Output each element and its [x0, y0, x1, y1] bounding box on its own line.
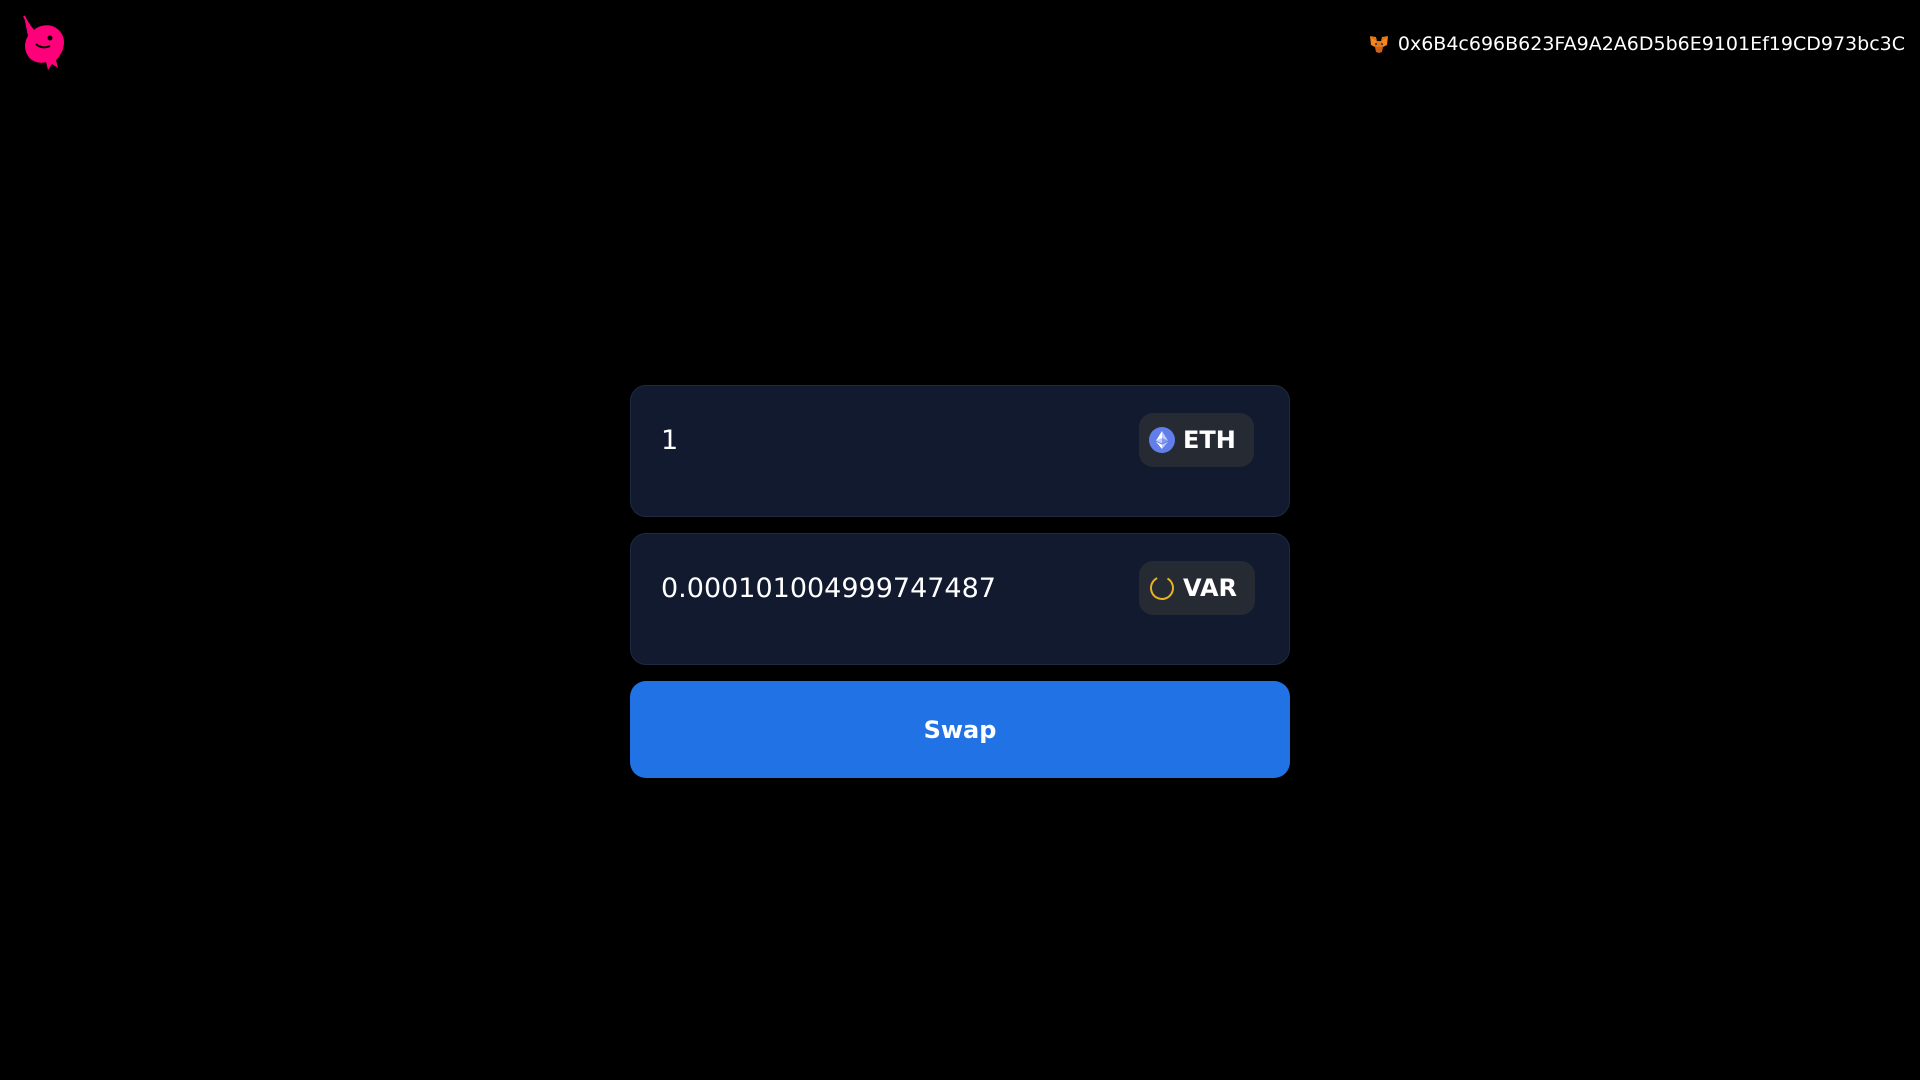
uniswap-logo-icon[interactable]: [18, 14, 70, 72]
from-token-card: ETH: [630, 385, 1290, 517]
swap-button[interactable]: Swap: [630, 681, 1290, 778]
top-bar: 0x6B4c696B623FA9A2A6D5b6E9101Ef19CD973bc…: [0, 0, 1920, 100]
from-amount-input[interactable]: [661, 420, 1101, 460]
wallet-address-button[interactable]: 0x6B4c696B623FA9A2A6D5b6E9101Ef19CD973bc…: [1368, 33, 1905, 55]
wallet-address: 0x6B4c696B623FA9A2A6D5b6E9101Ef19CD973bc…: [1397, 33, 1905, 55]
to-token-card: VAR: [630, 533, 1290, 665]
ethereum-icon: [1149, 427, 1175, 453]
to-token-select[interactable]: VAR: [1139, 561, 1255, 615]
from-token-symbol: ETH: [1183, 426, 1236, 454]
to-amount-input[interactable]: [661, 568, 1101, 608]
metamask-fox-icon: [1369, 36, 1388, 53]
from-token-select[interactable]: ETH: [1139, 413, 1254, 467]
var-token-icon: [1150, 576, 1174, 600]
to-token-symbol: VAR: [1183, 574, 1237, 602]
swap-panel: ETH VAR Swap: [630, 385, 1290, 778]
